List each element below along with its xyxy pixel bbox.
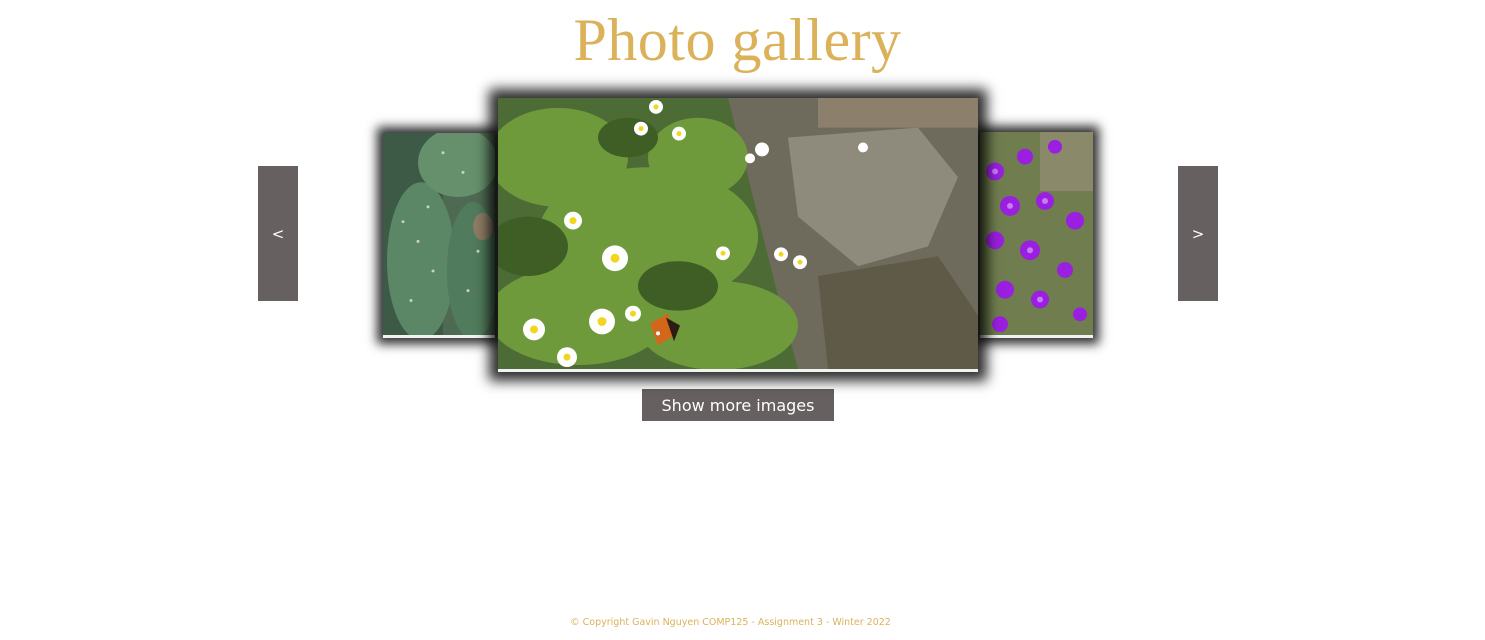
gallery-image-cactus[interactable] — [383, 133, 495, 338]
next-button[interactable]: > — [1178, 166, 1218, 301]
gallery-image-featured[interactable] — [498, 98, 978, 372]
footer-copyright: © Copyright Gavin Nguyen COMP125 - Assig… — [570, 617, 891, 628]
show-more-images-button[interactable]: Show more images — [642, 389, 834, 421]
prev-button[interactable]: < — [258, 166, 298, 301]
page-title: Photo gallery — [573, 7, 902, 73]
gallery-image-purple-flowers[interactable] — [980, 132, 1093, 338]
